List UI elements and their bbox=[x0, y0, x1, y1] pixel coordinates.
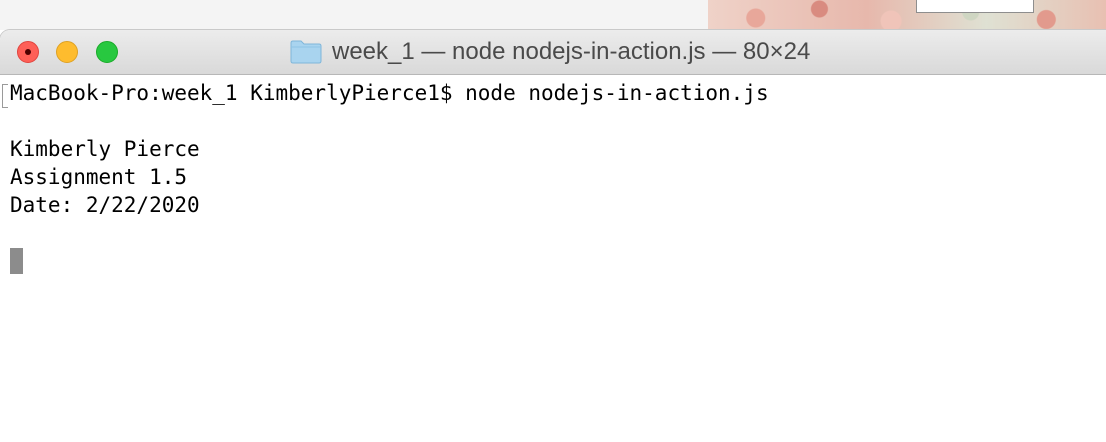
folder-icon bbox=[290, 40, 322, 64]
background-window-edge bbox=[916, 0, 1034, 13]
terminal-cursor-line bbox=[10, 247, 1106, 275]
window-title-group: week_1 — node nodejs-in-action.js — 80×2… bbox=[290, 30, 810, 74]
terminal-output-line: Kimberly Pierce bbox=[10, 137, 200, 161]
title-bar[interactable]: week_1 — node nodejs-in-action.js — 80×2… bbox=[0, 30, 1106, 75]
close-icon bbox=[25, 49, 31, 55]
close-button[interactable] bbox=[17, 41, 39, 63]
minimize-button[interactable] bbox=[56, 41, 78, 63]
desktop-background bbox=[0, 0, 1106, 30]
terminal-prompt-line: MacBook-Pro:week_1 KimberlyPierce1$ node… bbox=[10, 81, 769, 105]
screen: week_1 — node nodejs-in-action.js — 80×2… bbox=[0, 0, 1106, 442]
terminal-output-line: Assignment 1.5 bbox=[10, 165, 188, 189]
prompt-mark bbox=[2, 84, 8, 108]
maximize-button[interactable] bbox=[96, 41, 118, 63]
window-title: week_1 — node nodejs-in-action.js — 80×2… bbox=[332, 38, 811, 65]
text-cursor bbox=[10, 248, 23, 274]
terminal-window: week_1 — node nodejs-in-action.js — 80×2… bbox=[0, 30, 1106, 442]
terminal-content[interactable]: MacBook-Pro:week_1 KimberlyPierce1$ node… bbox=[0, 75, 1106, 275]
terminal-output-line: Date: 2/22/2020 bbox=[10, 193, 200, 217]
desktop-wallpaper bbox=[708, 0, 1106, 30]
